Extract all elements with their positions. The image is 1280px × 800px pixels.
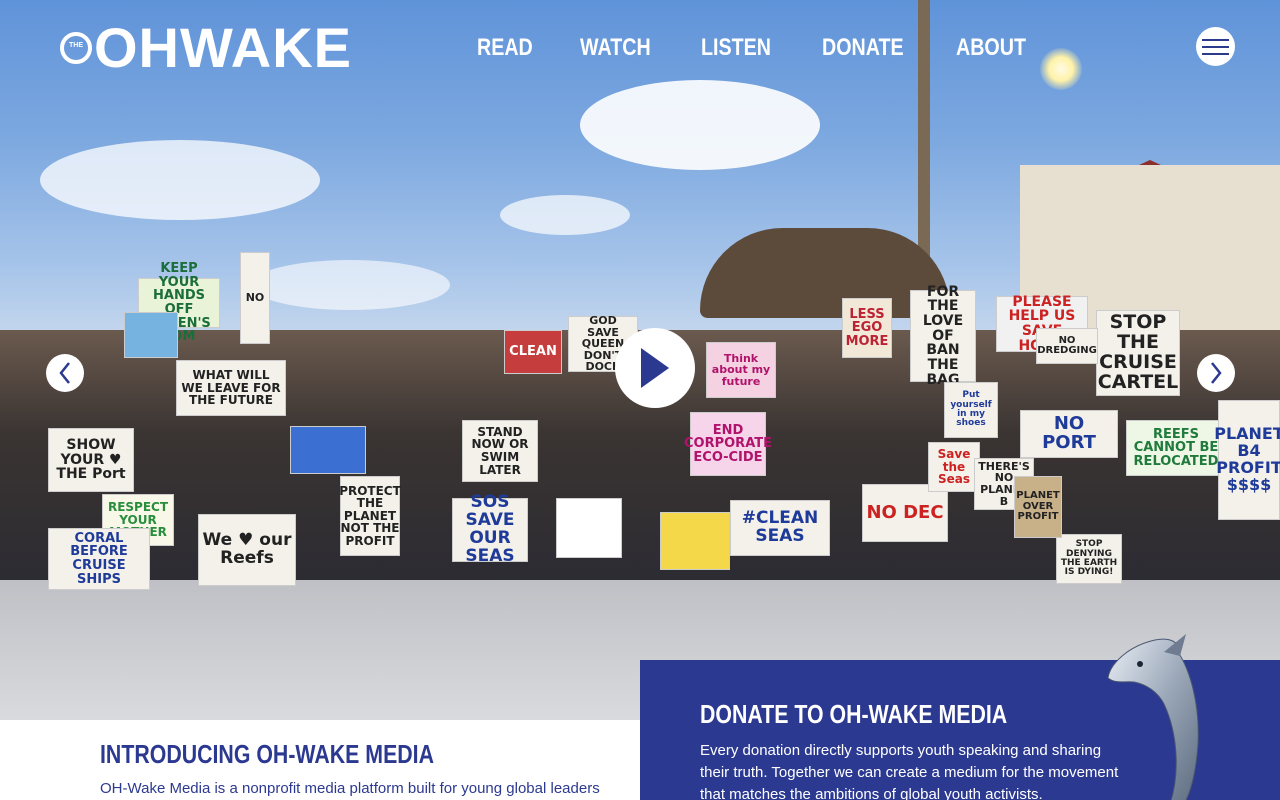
nav-watch[interactable]: WATCH: [580, 32, 651, 64]
logo-small-text: THE: [69, 42, 83, 49]
cloud: [250, 260, 450, 310]
protest-sign: PROTECT THE PLANET NOT THE PROFIT: [339, 476, 401, 556]
protest-sign: Save the Seas: [928, 442, 980, 492]
hamburger-menu-icon[interactable]: [1196, 27, 1235, 66]
cloud: [40, 140, 320, 220]
donate-title: DONATE TO OH-WAKE MEDIA: [700, 699, 1008, 729]
cloud: [580, 80, 820, 170]
protest-sign: END CORPORATE ECO-CIDE: [684, 412, 772, 476]
protest-sign: CLEAN: [504, 330, 562, 374]
nav-donate[interactable]: DONATE: [822, 32, 904, 64]
protest-sign: FOR THE LOVE OF BAN THE BAG: [910, 284, 976, 387]
protest-sign: [124, 312, 178, 358]
protest-sign: #CLEAN SEAS: [730, 500, 830, 556]
site-logo[interactable]: THE OHWAKE: [60, 20, 352, 76]
protest-sign: STOP DENYING THE EARTH IS DYING!: [1056, 534, 1122, 584]
intro-text: OH-Wake Media is a nonprofit media platf…: [100, 780, 600, 797]
carousel-prev-button[interactable]: [46, 354, 84, 392]
intro-title: INTRODUCING OH-WAKE MEDIA: [100, 739, 435, 769]
cloud: [500, 195, 630, 235]
protest-sign: [556, 498, 622, 558]
protest-sign: NO PORT: [1020, 410, 1118, 458]
protest-sign: SHOW YOUR ♥ THE Port: [48, 428, 134, 492]
protest-sign: CORAL BEFORE CRUISE SHIPS: [48, 528, 150, 590]
play-video-button[interactable]: [615, 328, 695, 408]
protest-sign: NO: [240, 252, 270, 344]
main-nav: READ WATCH LISTEN DONATE ABOUT: [477, 32, 1076, 64]
protest-sign: REEFS CANNOT BE RELOCATED: [1126, 420, 1226, 476]
chevron-right-icon: [1211, 362, 1222, 384]
play-icon: [641, 348, 669, 388]
protest-sign: Think about my future: [706, 342, 776, 398]
protest-sign: NO DREDGING: [1036, 328, 1098, 364]
chevron-left-icon: [59, 362, 70, 384]
nav-listen[interactable]: LISTEN: [701, 32, 771, 64]
protest-sign: NO DEC: [862, 484, 948, 542]
dolphin-illustration: [1107, 634, 1199, 800]
nav-about[interactable]: ABOUT: [956, 32, 1026, 64]
carousel-next-button[interactable]: [1197, 354, 1235, 392]
intro-section: INTRODUCING OH-WAKE MEDIA OH-Wake Media …: [100, 738, 620, 800]
nav-read[interactable]: READ: [477, 32, 533, 64]
protest-sign: STOP THE CRUISE CARTEL: [1096, 310, 1180, 396]
protest-sign: WHAT WILL WE LEAVE FOR THE FUTURE: [176, 360, 286, 416]
protest-sign: STAND NOW OR SWIM LATER: [462, 420, 538, 482]
logo-mark: THE: [60, 32, 92, 64]
protest-sign: Put yourself in my shoes: [944, 382, 998, 438]
protest-sign: [660, 512, 730, 570]
menu-bar: [1202, 45, 1229, 48]
logo-text: OHWAKE: [94, 16, 352, 79]
menu-bar: [1202, 52, 1229, 55]
donate-text: Every donation directly supports youth s…: [700, 742, 1119, 800]
menu-bar: [1202, 38, 1229, 41]
protest-sign: [290, 426, 366, 474]
protest-sign: PLANET OVER PROFIT: [1014, 476, 1062, 538]
protest-sign: SOS SAVE OUR SEAS: [452, 493, 528, 565]
protest-sign: PLANET B4 PROFIT $$$$: [1214, 400, 1280, 520]
protest-sign: LESS EGO MORE: [842, 298, 892, 358]
protest-sign: We ♥ our Reefs: [198, 514, 296, 586]
